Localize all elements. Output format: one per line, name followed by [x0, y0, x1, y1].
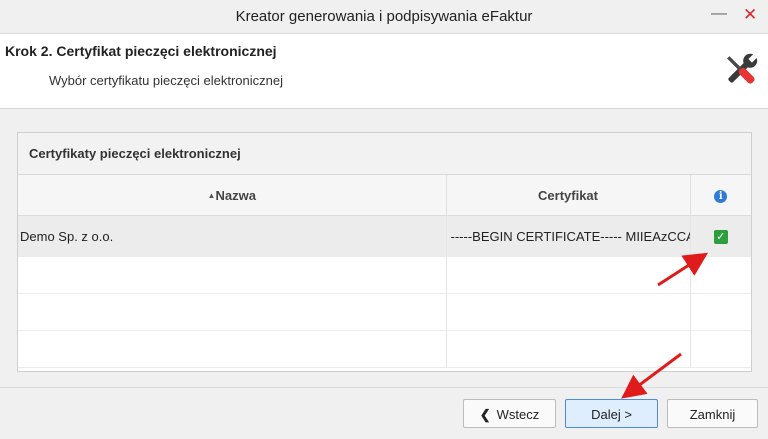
- step-subtitle: Wybór certyfikatu pieczęci elektroniczne…: [49, 73, 283, 88]
- column-header-name[interactable]: ▲Nazwa: [18, 175, 447, 216]
- table-row-empty: [18, 293, 751, 331]
- back-button-label: Wstecz: [496, 407, 540, 422]
- column-header-certificate-label: Certyfikat: [538, 187, 598, 203]
- cell-checkbox[interactable]: ✓: [690, 215, 751, 257]
- panel-title: Certyfikaty pieczęci elektronicznej: [18, 133, 751, 175]
- column-header-certificate[interactable]: Certyfikat: [446, 175, 691, 216]
- column-header-name-label: Nazwa: [215, 187, 256, 203]
- next-button[interactable]: Dalej >: [565, 399, 658, 428]
- minimize-icon[interactable]: —: [711, 5, 727, 23]
- info-icon[interactable]: i: [714, 190, 728, 203]
- table-row-empty: [18, 330, 751, 368]
- certificates-panel: Certyfikaty pieczęci elektronicznej ▲Naz…: [17, 132, 752, 372]
- step-title: Krok 2. Certyfikat pieczęci elektroniczn…: [5, 43, 277, 59]
- table-row-empty: [18, 256, 751, 294]
- tools-icon: [727, 53, 758, 84]
- close-button[interactable]: Zamknij: [667, 399, 758, 428]
- cell-name: Demo Sp. z o.o.: [18, 215, 447, 257]
- checkbox-checked-icon[interactable]: ✓: [713, 230, 728, 244]
- chevron-left-icon: ❮: [479, 407, 491, 422]
- title-bar: Kreator generowania i podpisywania eFakt…: [0, 0, 768, 34]
- close-icon[interactable]: ✕: [743, 5, 757, 25]
- wizard-header: Krok 2. Certyfikat pieczęci elektroniczn…: [0, 34, 768, 109]
- back-button[interactable]: ❮ Wstecz: [463, 399, 556, 428]
- column-header-info[interactable]: i: [690, 175, 751, 216]
- wizard-footer: ❮ Wstecz Dalej > Zamknij: [0, 387, 768, 439]
- content-area: Certyfikaty pieczęci elektronicznej ▲Naz…: [0, 109, 768, 387]
- table-row[interactable]: Demo Sp. z o.o. -----BEGIN CERTIFICATE--…: [18, 215, 751, 257]
- cell-certificate: -----BEGIN CERTIFICATE----- MIIEAzCCA: [446, 215, 691, 257]
- certificates-table: ▲Nazwa Certyfikat i Demo Sp. z o.o. ----…: [18, 175, 751, 368]
- table-header-row: ▲Nazwa Certyfikat i: [18, 175, 751, 216]
- window-title: Kreator generowania i podpisywania eFakt…: [235, 8, 533, 25]
